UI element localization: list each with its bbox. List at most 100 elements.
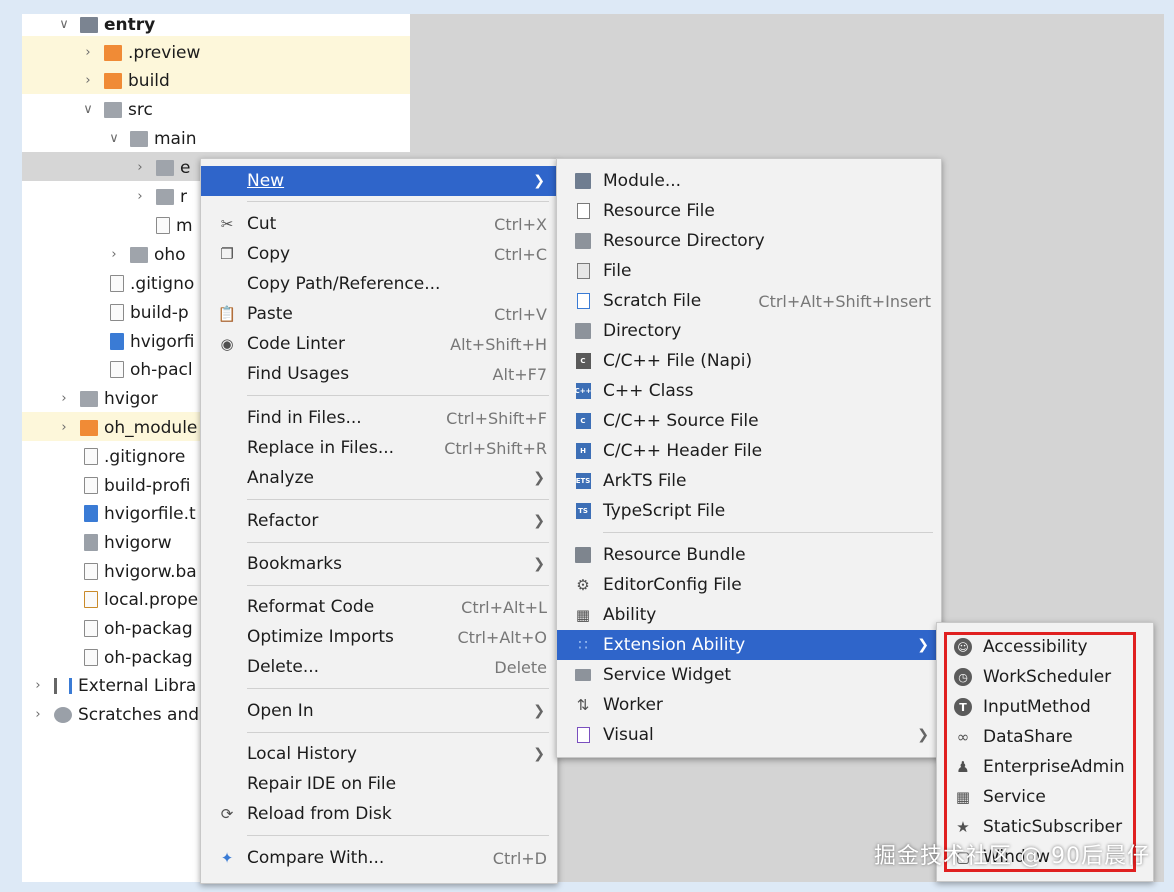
tree-item-root-hvigorfile[interactable]: hvigorfile.t — [84, 499, 196, 528]
menu-item-analyze[interactable]: Analyze ❯ — [201, 463, 557, 493]
tree-item-hvigorfile[interactable]: hvigorfi — [110, 327, 194, 356]
text-file-icon — [84, 563, 98, 580]
menu-item-label: Copy Path/Reference... — [247, 274, 441, 294]
tree-item-root-gitignore[interactable]: .gitignore — [84, 442, 185, 471]
menu-item-delete[interactable]: Delete... Delete — [201, 652, 557, 682]
json-file-icon — [110, 361, 124, 378]
menu-item-resource-directory[interactable]: Resource Directory — [557, 226, 941, 256]
menu-item-visual[interactable]: Visual ❯ — [557, 720, 941, 750]
menu-item-bookmarks[interactable]: Bookmarks ❯ — [201, 549, 557, 579]
chevron-right-icon[interactable]: › — [30, 707, 46, 722]
visual-file-icon — [573, 725, 593, 745]
menu-item-copy-path[interactable]: Copy Path/Reference... — [201, 269, 557, 299]
chevron-right-icon: ❯ — [533, 556, 545, 572]
menu-item-arkts-file[interactable]: ETS ArkTS File — [557, 466, 941, 496]
tree-item-hvigorw[interactable]: hvigorw — [84, 528, 172, 557]
menu-item-label: Reformat Code — [247, 597, 375, 617]
ability-grid-icon: ▦ — [575, 606, 591, 624]
chevron-right-icon[interactable]: › — [56, 420, 72, 435]
tree-item-build-profile[interactable]: build-p — [110, 298, 189, 327]
tree-item-gitignore[interactable]: .gitigno — [110, 269, 194, 298]
tree-item-oh-package[interactable]: oh-pacl — [110, 355, 193, 384]
chevron-right-icon: ❯ — [917, 727, 929, 743]
menu-item-worker[interactable]: ⇅ Worker — [557, 690, 941, 720]
menu-item-cpp-source-file[interactable]: C C/C++ Source File — [557, 406, 941, 436]
chevron-down-icon[interactable]: ∨ — [106, 131, 122, 146]
menu-item-editorconfig-file[interactable]: ⚙ EditorConfig File — [557, 570, 941, 600]
menu-item-label: C++ Class — [603, 381, 694, 401]
menu-item-new[interactable]: New ❯ — [201, 166, 557, 196]
new-submenu: Module... Resource File Resource Directo… — [556, 158, 942, 758]
watermark: 掘金技术社区 @ 90后晨仔 — [874, 844, 1150, 869]
menu-item-module[interactable]: Module... — [557, 166, 941, 196]
menu-item-replace-in-files[interactable]: Replace in Files... Ctrl+Shift+R — [201, 433, 557, 463]
tree-item-root-build-profile[interactable]: build-profi — [84, 471, 190, 500]
menu-item-extension-ability[interactable]: ∷ Extension Ability ❯ — [557, 630, 941, 660]
tree-item-ohos[interactable]: › oho — [106, 240, 185, 269]
extension-ability-icon: ∷ — [578, 636, 588, 654]
tree-item-entry[interactable]: ∨ entry — [56, 10, 155, 39]
tree-item-ets[interactable]: › e — [132, 153, 190, 182]
menu-item-directory[interactable]: Directory — [557, 316, 941, 346]
menu-item-resource-file[interactable]: Resource File — [557, 196, 941, 226]
menu-item-reformat-code[interactable]: Reformat Code Ctrl+Alt+L — [201, 592, 557, 622]
menu-item-file[interactable]: File — [557, 256, 941, 286]
c-header-icon: H — [573, 441, 593, 461]
menu-item-copy[interactable]: ❐ Copy Ctrl+C — [201, 239, 557, 269]
menu-item-local-history[interactable]: Local History ❯ — [201, 739, 557, 769]
tree-item-hvigorw-bat[interactable]: hvigorw.ba — [84, 557, 197, 586]
menu-item-resource-bundle[interactable]: Resource Bundle — [557, 540, 941, 570]
json-file-icon — [84, 477, 98, 494]
chevron-down-icon[interactable]: ∨ — [56, 17, 72, 32]
chevron-right-icon[interactable]: › — [132, 160, 148, 175]
menu-item-label: Local History — [247, 744, 357, 764]
chevron-right-icon[interactable]: › — [132, 189, 148, 204]
tree-item-oh-modules[interactable]: › oh_module — [56, 413, 197, 442]
tree-item-label: r — [180, 186, 187, 207]
menu-item-ability[interactable]: ▦ Ability — [557, 600, 941, 630]
module-folder-icon — [573, 171, 593, 191]
menu-item-paste[interactable]: 📋 Paste Ctrl+V — [201, 299, 557, 329]
tree-item-hvigor[interactable]: › hvigor — [56, 384, 157, 413]
menu-item-find-usages[interactable]: Find Usages Alt+F7 — [201, 359, 557, 389]
chevron-right-icon[interactable]: › — [106, 247, 122, 262]
chevron-right-icon[interactable]: › — [30, 678, 46, 693]
menu-item-code-linter[interactable]: ◉ Code Linter Alt+Shift+H — [201, 329, 557, 359]
tree-item-oh-package-json[interactable]: oh-packag — [84, 614, 193, 643]
json-file-icon — [156, 217, 170, 234]
menu-item-optimize-imports[interactable]: Optimize Imports Ctrl+Alt+O — [201, 622, 557, 652]
menu-item-open-in[interactable]: Open In ❯ — [201, 696, 557, 726]
tree-item-build[interactable]: › build — [80, 66, 170, 95]
menu-item-compare-with[interactable]: ✦ Compare With... Ctrl+D — [201, 843, 557, 873]
tree-item-oh-package-lock[interactable]: oh-packag — [84, 643, 193, 672]
menu-item-cpp-napi-file[interactable]: C C/C++ File (Napi) — [557, 346, 941, 376]
tree-item-module-json[interactable]: m — [156, 211, 193, 240]
menu-item-cut[interactable]: ✂ Cut Ctrl+X — [201, 209, 557, 239]
reload-icon: ⟳ — [220, 805, 234, 823]
menu-item-scratch-file[interactable]: Scratch File Ctrl+Alt+Shift+Insert — [557, 286, 941, 316]
tree-item-scratches[interactable]: › Scratches and — [30, 700, 199, 729]
chevron-right-icon[interactable]: › — [56, 391, 72, 406]
tree-item-resources[interactable]: › r — [132, 182, 187, 211]
chevron-down-icon[interactable]: ∨ — [80, 102, 96, 117]
menu-item-repair-ide[interactable]: Repair IDE on File — [201, 769, 557, 799]
menu-item-service-widget[interactable]: Service Widget — [557, 660, 941, 690]
tree-item-local-properties[interactable]: local.prope — [84, 585, 198, 614]
menu-item-cpp-header-file[interactable]: H C/C++ Header File — [557, 436, 941, 466]
chevron-right-icon[interactable]: › — [80, 73, 96, 88]
tree-item-label: build — [128, 70, 170, 91]
menu-item-cpp-class[interactable]: C++ C++ Class — [557, 376, 941, 406]
menu-item-find-in-files[interactable]: Find in Files... Ctrl+Shift+F — [201, 403, 557, 433]
menu-item-typescript-file[interactable]: TS TypeScript File — [557, 496, 941, 526]
menu-item-refactor[interactable]: Refactor ❯ — [201, 506, 557, 536]
menu-item-label: Ability — [603, 605, 657, 625]
menu-item-label: Resource Bundle — [603, 545, 746, 565]
tree-item-external-libraries[interactable]: › External Libra — [30, 671, 196, 700]
menu-item-reload-from-disk[interactable]: ⟳ Reload from Disk — [201, 799, 557, 829]
tree-item-preview[interactable]: › .preview — [80, 38, 200, 67]
tree-item-main[interactable]: ∨ main — [106, 124, 196, 153]
chevron-right-icon[interactable]: › — [80, 45, 96, 60]
menu-item-shortcut: Ctrl+Alt+O — [457, 627, 547, 647]
menu-item-label: Extension Ability — [603, 635, 746, 655]
tree-item-src[interactable]: ∨ src — [80, 95, 153, 124]
